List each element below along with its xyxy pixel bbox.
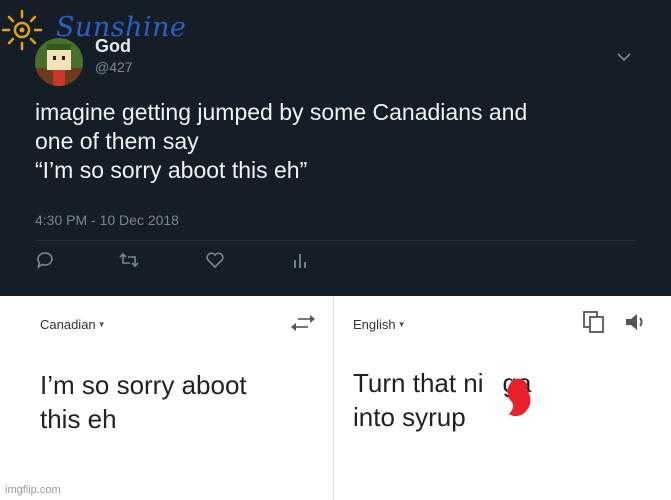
divider: [35, 240, 635, 241]
source-line: I’m so sorry aboot: [40, 370, 247, 400]
tweet-timestamp[interactable]: 4:30 PM - 10 Dec 2018: [35, 212, 179, 228]
source-line: this eh: [40, 404, 117, 434]
tweet-line: “I’m so sorry aboot this eh”: [35, 157, 308, 183]
tweet-line: one of them say: [35, 128, 199, 154]
retweet-icon[interactable]: [118, 250, 140, 270]
tweet-card: Sunshine God @427 imagine getting jumped…: [0, 0, 671, 296]
translated-fragment: Turn that ni: [353, 368, 484, 398]
source-language-label: Canadian: [40, 317, 96, 332]
analytics-icon[interactable]: [292, 250, 308, 270]
author-handle[interactable]: @427: [95, 59, 133, 75]
target-language-select[interactable]: English ▼: [353, 317, 406, 332]
caret-down-icon: ▼: [397, 320, 406, 329]
target-language-label: English: [353, 317, 396, 332]
speaker-icon[interactable]: [624, 311, 648, 333]
avatar[interactable]: [35, 38, 83, 86]
chevron-down-icon[interactable]: [616, 52, 632, 62]
red-redaction-blob: [507, 378, 531, 417]
tweet-text: imagine getting jumped by some Canadians…: [35, 98, 635, 185]
source-language-select[interactable]: Canadian ▼: [40, 317, 106, 332]
copy-icon[interactable]: [582, 310, 606, 334]
swap-icon[interactable]: [290, 314, 316, 332]
tweet-line: imagine getting jumped by some Canadians…: [35, 99, 528, 125]
translator-panel: Canadian ▼ English ▼ I’m so sorry aboot th…: [0, 296, 671, 500]
credit-text: imgflip.com: [5, 484, 61, 496]
panel-divider: [333, 296, 334, 500]
caret-down-icon: ▼: [97, 320, 106, 329]
reply-icon[interactable]: [35, 250, 55, 270]
like-icon[interactable]: [205, 250, 225, 270]
source-text[interactable]: I’m so sorry aboot this eh: [40, 368, 247, 436]
author-name[interactable]: God: [95, 36, 131, 57]
